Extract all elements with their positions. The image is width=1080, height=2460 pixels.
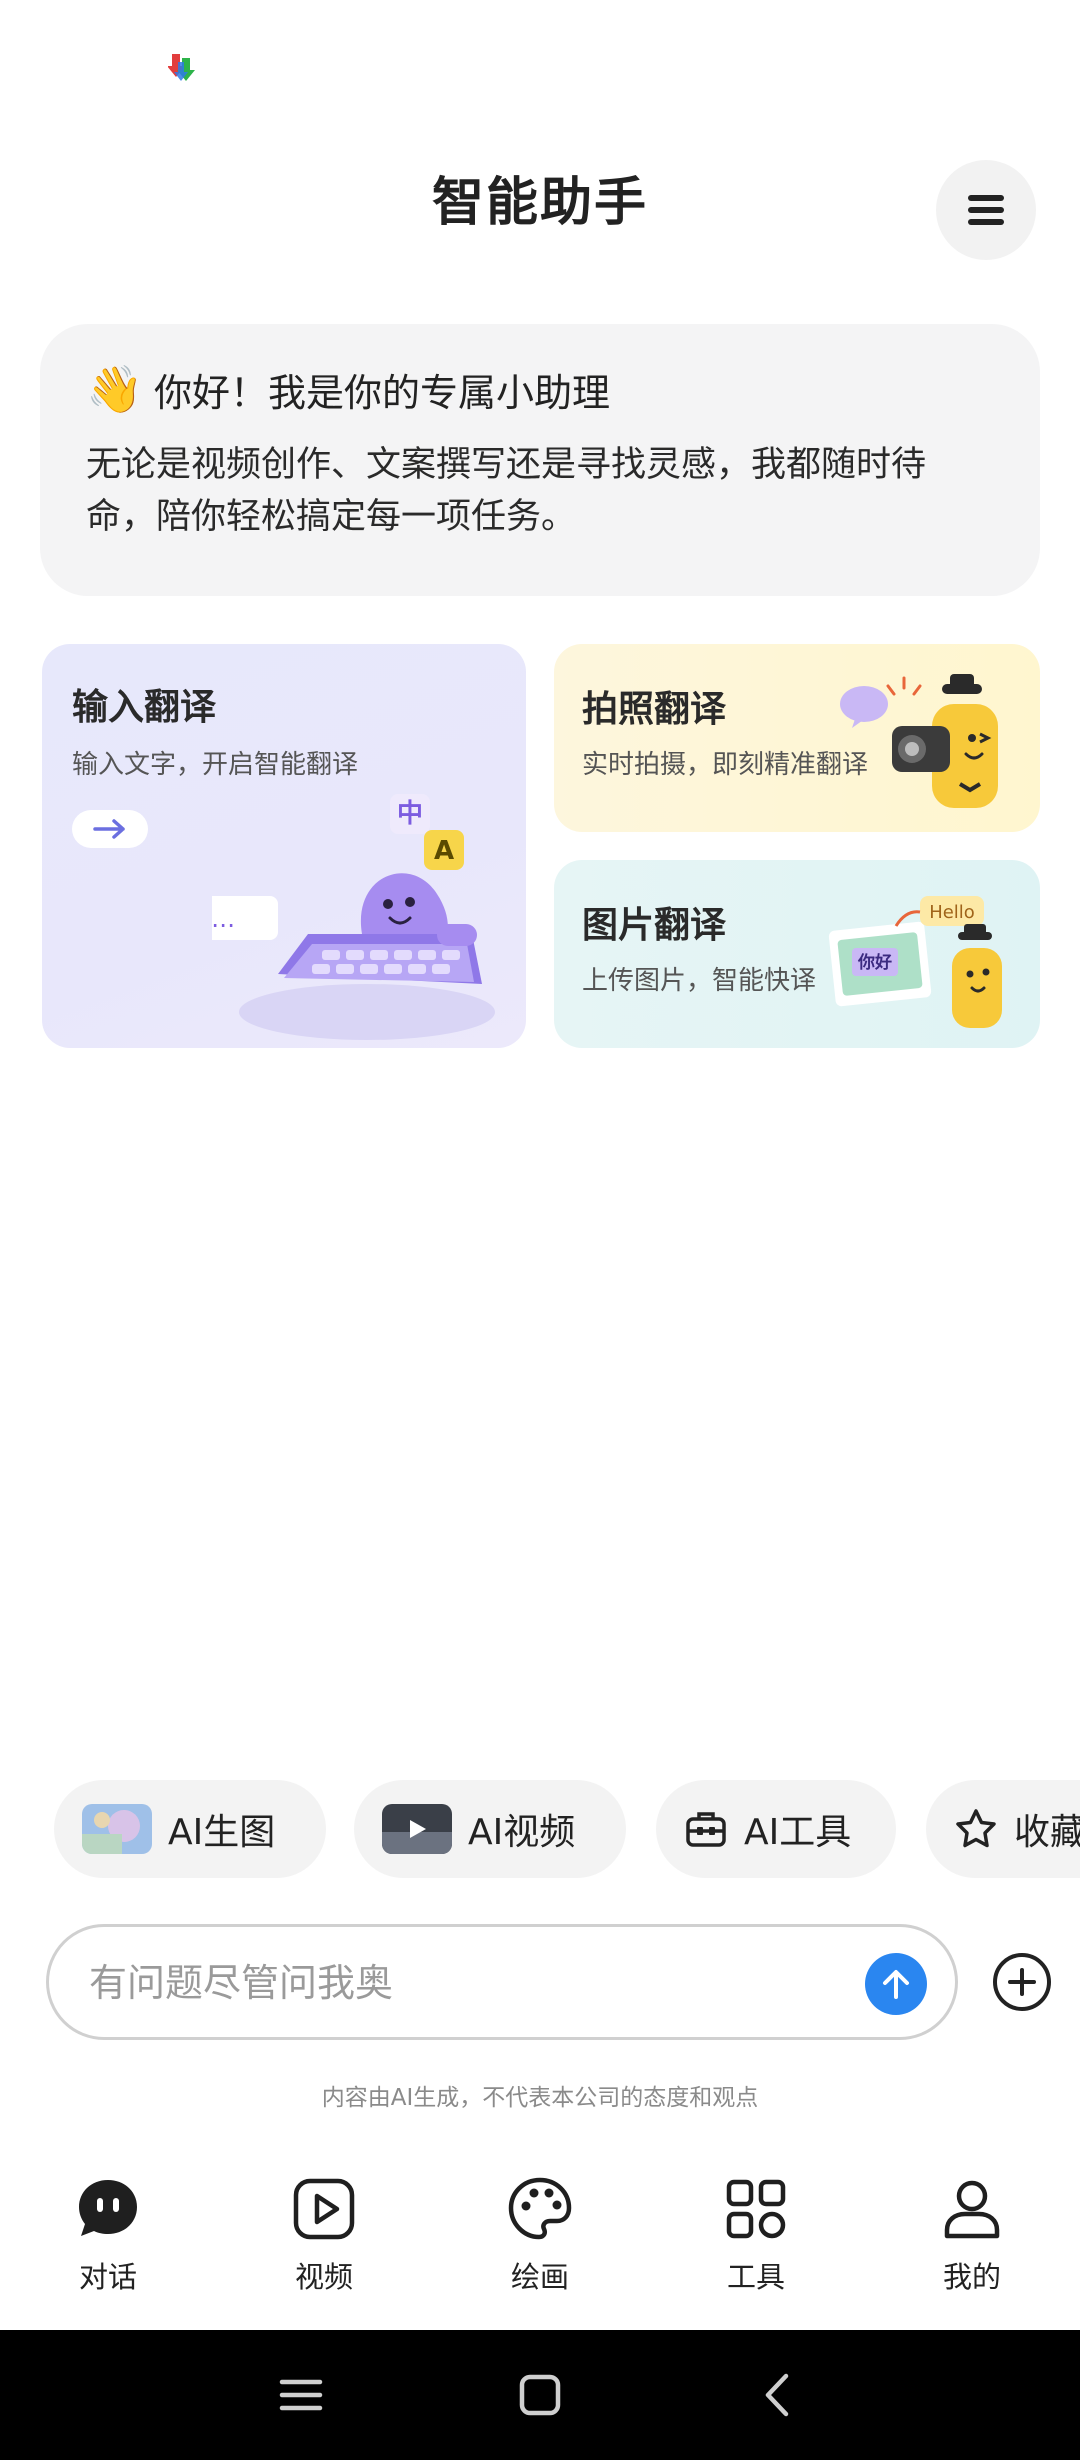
chip-ai-video[interactable]: AI视频 bbox=[354, 1780, 626, 1878]
play-square-icon bbox=[293, 2178, 355, 2240]
greeting-card: 👋 你好！我是你的专属小助理 无论是视频创作、文案撰写还是寻找灵感，我都随时待命… bbox=[40, 324, 1040, 596]
menu-button[interactable] bbox=[936, 160, 1036, 260]
input-translate-title: 输入翻译 bbox=[72, 687, 217, 728]
camera-mascot-illustration bbox=[840, 674, 998, 808]
nav-label-chat: 对话 bbox=[78, 2260, 137, 2294]
nav-label-video: 视频 bbox=[294, 2260, 353, 2294]
ai-video-thumbnail bbox=[382, 1804, 452, 1854]
nav-item-profile[interactable]: 我的 bbox=[892, 2174, 1052, 2314]
image-translate-title: 图片翻译 bbox=[582, 905, 727, 946]
badge-en: A bbox=[434, 836, 454, 866]
picture-mascot-illustration: 你好 Hello bbox=[828, 896, 1002, 1028]
greeting-title: 你好！我是你的专属小助理 bbox=[154, 371, 611, 415]
photo-translate-card[interactable]: 拍照翻译 实时拍摄，即刻精准翻译 bbox=[554, 644, 1040, 832]
waving-hand-icon: 👋 bbox=[86, 362, 144, 416]
composer bbox=[46, 1924, 1051, 2040]
nav-label-tools: 工具 bbox=[726, 2260, 785, 2294]
chip-ai-video-label: AI视频 bbox=[468, 1812, 576, 1853]
chat-bubble-icon bbox=[79, 2180, 137, 2236]
status-bar bbox=[0, 0, 1080, 120]
back-icon[interactable] bbox=[754, 2370, 804, 2420]
nav-label-profile: 我的 bbox=[942, 2260, 1001, 2294]
keyboard-mascot-illustration: 中 A I… bbox=[212, 794, 495, 1040]
greeting-body: 无论是视频创作、文案撰写还是寻找灵感，我都随时待命，陪你轻松搞定每一项任务。 bbox=[86, 445, 927, 537]
system-nav-bar bbox=[0, 2330, 1080, 2460]
chip-ai-tools-label: AI工具 bbox=[744, 1812, 852, 1853]
person-icon bbox=[944, 2180, 1000, 2239]
feature-cards: 输入翻译 输入文字，开启智能翻译 中 A I… bbox=[40, 644, 1040, 1048]
recent-apps-icon[interactable] bbox=[276, 2370, 326, 2420]
chip-ai-image[interactable]: AI生图 bbox=[54, 1780, 326, 1878]
input-translate-arrow-button[interactable] bbox=[72, 810, 148, 848]
ai-image-thumbnail bbox=[82, 1804, 152, 1854]
image-translate-subtitle: 上传图片，智能快译 bbox=[582, 966, 817, 996]
nav-item-paint[interactable]: 绘画 bbox=[460, 2174, 620, 2314]
home-icon[interactable] bbox=[515, 2370, 565, 2420]
download-arrows-icon bbox=[168, 54, 195, 81]
toolbox-icon bbox=[686, 1812, 726, 1847]
photo-translate-title: 拍照翻译 bbox=[582, 689, 727, 730]
menu-icon bbox=[968, 195, 1004, 225]
send-button[interactable] bbox=[865, 1953, 927, 2015]
ai-disclaimer: 内容由AI生成，不代表本公司的态度和观点 bbox=[321, 2085, 759, 2111]
input-translate-card[interactable]: 输入翻译 输入文字，开启智能翻译 中 A I… bbox=[42, 644, 526, 1048]
header: 智能助手 bbox=[0, 140, 1080, 260]
image-translate-card[interactable]: 图片翻译 上传图片，智能快译 你好 Hello bbox=[554, 860, 1040, 1048]
badge-zh: 中 bbox=[397, 799, 423, 829]
chat-input-box bbox=[46, 1924, 958, 2040]
tag-nihao: 你好 bbox=[857, 952, 892, 973]
quick-chips: AI生图 AI视频 AI工具 收藏 bbox=[54, 1780, 1080, 1878]
arrow-up-icon bbox=[883, 1970, 909, 1999]
chip-ai-image-label: AI生图 bbox=[168, 1812, 276, 1853]
star-icon bbox=[956, 1809, 996, 1848]
chip-favorites-label: 收藏 bbox=[1014, 1812, 1080, 1853]
chat-input[interactable] bbox=[89, 1951, 849, 2015]
arrow-right-icon bbox=[93, 819, 125, 839]
add-attachment-button[interactable] bbox=[990, 1950, 1054, 2014]
nav-item-tools[interactable]: 工具 bbox=[676, 2174, 836, 2314]
page-title: 智能助手 bbox=[431, 173, 648, 233]
nav-item-video[interactable]: 视频 bbox=[244, 2174, 404, 2314]
palette-icon bbox=[508, 2177, 572, 2240]
nav-item-chat[interactable]: 对话 bbox=[28, 2174, 188, 2314]
chip-favorites[interactable]: 收藏 bbox=[926, 1780, 1080, 1878]
bottom-nav: 对话 视频 绘画 工具 我的 bbox=[0, 2160, 1080, 2330]
chip-ai-tools[interactable]: AI工具 bbox=[656, 1780, 896, 1878]
typing-text: I… bbox=[212, 905, 235, 933]
tag-hello: Hello bbox=[929, 902, 975, 923]
input-translate-subtitle: 输入文字，开启智能翻译 bbox=[72, 750, 359, 780]
nav-label-paint: 绘画 bbox=[510, 2260, 569, 2294]
grid-apps-icon bbox=[726, 2179, 786, 2239]
